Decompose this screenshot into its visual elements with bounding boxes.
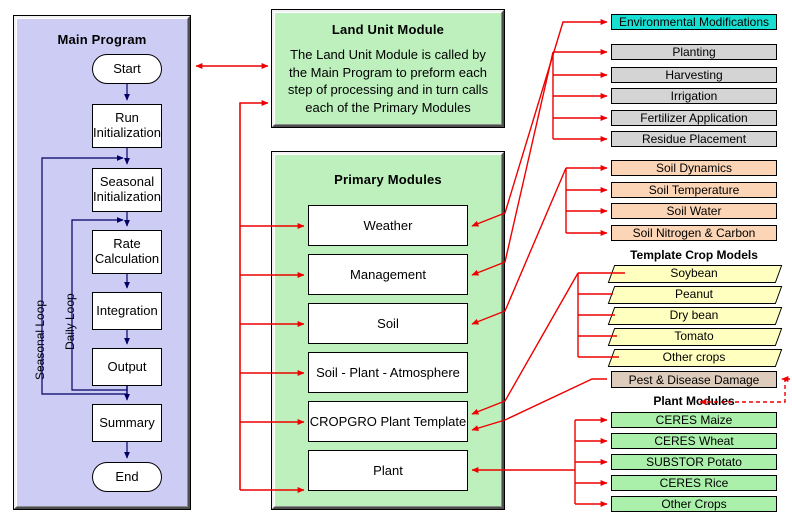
chip-tomato[interactable]: Tomato	[607, 328, 783, 346]
seasonal-loop-label: Seasonal Loop	[33, 299, 47, 380]
primary-module-management[interactable]: Management	[308, 254, 468, 295]
chip-ceres-maize[interactable]: CERES Maize	[611, 412, 777, 428]
chip-environmental-modifications[interactable]: Environmental Modifications	[611, 14, 777, 30]
flow-node-output[interactable]: Output	[92, 348, 162, 386]
main-program-title: Main Program	[57, 32, 147, 47]
land-unit-module-title: Land Unit Module	[331, 22, 445, 37]
chip-soil-nitrogen-carbon[interactable]: Soil Nitrogen & Carbon	[611, 225, 777, 241]
flow-node-summary[interactable]: Summary	[92, 404, 162, 442]
diagram-canvas: Main Program Seasonal Loop Daily Loop St…	[0, 0, 792, 521]
primary-module-plant[interactable]: Plant	[308, 450, 468, 491]
chip-soil-water[interactable]: Soil Water	[611, 203, 777, 219]
chip-harvesting[interactable]: Harvesting	[611, 67, 777, 83]
chip-label: Tomato	[674, 329, 714, 343]
chip-residue-placement[interactable]: Residue Placement	[611, 131, 777, 147]
flow-node-integration[interactable]: Integration	[92, 292, 162, 330]
plant-modules-title: Plant Modules	[653, 394, 735, 408]
chip-soil-dynamics[interactable]: Soil Dynamics	[611, 160, 777, 176]
primary-module-soil-plant-atmosphere[interactable]: Soil - Plant - Atmosphere	[308, 352, 468, 393]
chip-label: Dry bean	[669, 308, 719, 322]
chip-dry-bean[interactable]: Dry bean	[607, 307, 783, 325]
chip-soybean[interactable]: Soybean	[607, 265, 783, 283]
chip-label: Other crops	[662, 350, 726, 364]
daily-loop-label: Daily Loop	[63, 293, 77, 350]
chip-pest-disease-damage[interactable]: Pest & Disease Damage	[611, 371, 777, 388]
chip-irrigation[interactable]: Irrigation	[611, 88, 777, 104]
land-unit-module-description: The Land Unit Module is called by the Ma…	[287, 47, 489, 116]
chip-label: Soybean	[670, 266, 718, 280]
chip-planting[interactable]: Planting	[611, 44, 777, 60]
primary-module-soil[interactable]: Soil	[308, 303, 468, 344]
flow-node-seasonal-initialization[interactable]: Seasonal Initialization	[92, 168, 162, 212]
chip-ceres-rice[interactable]: CERES Rice	[611, 475, 777, 491]
chip-substor-potato[interactable]: SUBSTOR Potato	[611, 454, 777, 470]
chip-fertilizer-application[interactable]: Fertilizer Application	[611, 110, 777, 126]
flow-node-start[interactable]: Start	[92, 54, 162, 84]
primary-module-cropgro-plant-template[interactable]: CROPGRO Plant Template	[308, 401, 468, 442]
chip-label: Peanut	[674, 287, 714, 301]
chip-other-crops-template[interactable]: Other crops	[607, 349, 783, 367]
land-unit-module-panel: Land Unit Module The Land Unit Module is…	[271, 9, 505, 128]
template-crop-models-title: Template Crop Models	[630, 248, 758, 262]
chip-soil-temperature[interactable]: Soil Temperature	[611, 182, 777, 198]
flow-node-end[interactable]: End	[92, 462, 162, 492]
flow-node-rate-calculation[interactable]: Rate Calculation	[92, 230, 162, 274]
primary-modules-title: Primary Modules	[334, 172, 442, 187]
chip-ceres-wheat[interactable]: CERES Wheat	[611, 433, 777, 449]
chip-peanut[interactable]: Peanut	[607, 286, 783, 304]
chip-other-crops-plant[interactable]: Other Crops	[611, 496, 777, 512]
flow-node-run-initialization[interactable]: Run Initialization	[92, 104, 162, 148]
primary-module-weather[interactable]: Weather	[308, 205, 468, 246]
